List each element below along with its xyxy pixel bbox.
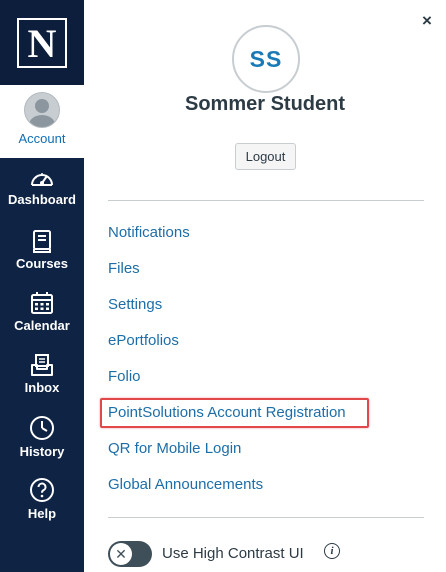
link-global-announcements[interactable]: Global Announcements: [108, 476, 263, 494]
toggle-off-icon: ✕: [110, 543, 132, 565]
nav-item-account[interactable]: Account: [0, 85, 84, 158]
institution-logo[interactable]: N: [0, 0, 84, 85]
courses-icon: [33, 230, 51, 253]
link-qr-mobile-login[interactable]: QR for Mobile Login: [108, 440, 241, 458]
calendar-icon: [31, 292, 53, 314]
nav-item-help-label: Help: [27, 506, 57, 521]
nav-item-calendar[interactable]: Calendar: [0, 282, 84, 344]
avatar-initials: SS: [249, 45, 283, 72]
global-navigation: N Account Dashboard Courses Calendar Inb…: [0, 0, 84, 572]
help-icon: [30, 478, 54, 502]
inbox-icon: [31, 354, 53, 376]
link-folio[interactable]: Folio: [108, 368, 141, 386]
logo-letter: N: [27, 20, 57, 66]
logout-button[interactable]: Logout: [235, 143, 296, 170]
nav-item-courses-label: Courses: [15, 256, 69, 271]
nav-item-calendar-label: Calendar: [14, 318, 70, 333]
link-files[interactable]: Files: [108, 260, 140, 278]
divider-top: [108, 200, 424, 201]
link-eportfolios[interactable]: ePortfolios: [108, 332, 179, 350]
user-avatar[interactable]: SS: [232, 25, 300, 93]
nav-item-history[interactable]: History: [0, 406, 84, 468]
logo-frame: N: [17, 17, 67, 68]
user-name: Sommer Student: [184, 93, 346, 115]
link-notifications[interactable]: Notifications: [108, 224, 190, 242]
dashboard-icon: [31, 173, 53, 186]
info-icon[interactable]: i: [324, 543, 340, 559]
nav-item-account-label: Account: [18, 131, 66, 146]
avatar-placeholder-icon: [24, 92, 60, 128]
close-icon[interactable]: ×: [419, 12, 435, 30]
nav-item-inbox-label: Inbox: [24, 380, 60, 395]
account-tray: × SS Sommer Student Logout Notifications…: [84, 0, 446, 572]
link-settings[interactable]: Settings: [108, 296, 162, 314]
nav-item-dashboard[interactable]: Dashboard: [0, 158, 84, 220]
nav-item-history-label: History: [19, 444, 65, 459]
divider-bottom: [108, 517, 424, 518]
high-contrast-label: Use High Contrast UI: [162, 545, 304, 562]
link-pointsolutions-registration[interactable]: PointSolutions Account Registration: [108, 404, 346, 422]
nav-item-courses[interactable]: Courses: [0, 220, 84, 282]
high-contrast-toggle[interactable]: ✕: [108, 541, 152, 567]
nav-item-dashboard-label: Dashboard: [8, 192, 76, 207]
nav-item-inbox[interactable]: Inbox: [0, 344, 84, 406]
history-icon: [30, 416, 54, 440]
nav-item-help[interactable]: Help: [0, 468, 84, 530]
